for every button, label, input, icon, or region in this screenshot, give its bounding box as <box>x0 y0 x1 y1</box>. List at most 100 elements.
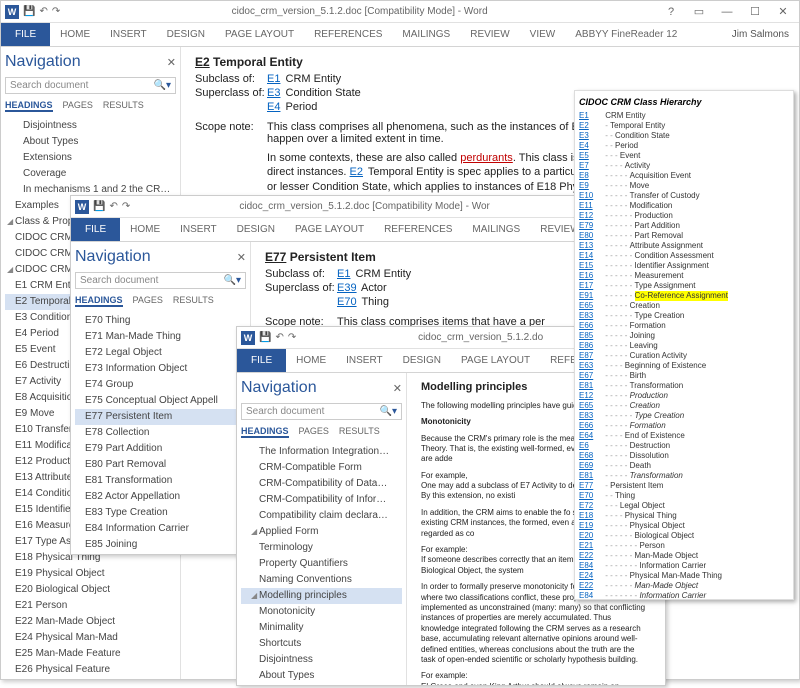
nav-item[interactable]: ◢ Modelling principles <box>241 588 402 604</box>
nav-item[interactable]: E79 Part Addition <box>75 441 246 457</box>
hierarchy-row[interactable]: E14 - - - - - - Condition Assessment <box>579 251 789 261</box>
nav-item[interactable]: E27 Site <box>5 678 176 679</box>
nav-item[interactable]: E26 Physical Feature <box>5 662 176 678</box>
tab-design[interactable]: DESIGN <box>157 23 215 46</box>
search-icon[interactable]: 🔍▾ <box>154 80 171 91</box>
hierarchy-row[interactable]: E72 - - - Legal Object <box>579 501 789 511</box>
tab-insert[interactable]: INSERT <box>336 349 393 372</box>
hierarchy-row[interactable]: E1 CRM Entity <box>579 111 789 121</box>
hierarchy-row[interactable]: E91 - - - - - - Co-Reference Assignment <box>579 291 789 301</box>
nav-item[interactable]: E21 Person <box>5 598 176 614</box>
redo-icon[interactable]: ↷ <box>122 201 130 212</box>
nav-item[interactable]: E22 Man-Made Object <box>5 614 176 630</box>
hierarchy-row[interactable]: E4 - - Period <box>579 141 789 151</box>
nav-item[interactable]: Minimality <box>241 620 402 636</box>
hierarchy-row[interactable]: E77 - Persistent Item <box>579 481 789 491</box>
link-e70[interactable]: E70 <box>337 296 357 308</box>
hierarchy-row[interactable]: E22 - - - - - - Man-Made Object <box>579 551 789 561</box>
hierarchy-row[interactable]: E7 - - - - Activity <box>579 161 789 171</box>
tab-design[interactable]: DESIGN <box>393 349 451 372</box>
link-e1[interactable]: E1 <box>337 268 350 280</box>
hierarchy-row[interactable]: E17 - - - - - - Type Assignment <box>579 281 789 291</box>
nav-item[interactable]: E25 Man-Made Feature <box>5 646 176 662</box>
hierarchy-row[interactable]: E63 - - - - Beginning of Existence <box>579 361 789 371</box>
nav-item[interactable]: E81 Transformation <box>75 473 246 489</box>
nav-item[interactable]: E19 Physical Object <box>5 566 176 582</box>
nav-item[interactable]: Monotonicity <box>241 604 402 620</box>
nav-item[interactable]: E74 Group <box>75 377 246 393</box>
hierarchy-row[interactable]: E21 - - - - - - - Person <box>579 541 789 551</box>
nav-item[interactable]: CRM-Compatibility of Infor… <box>241 492 402 508</box>
nav-tab-pages[interactable]: PAGES <box>63 100 93 112</box>
hierarchy-row[interactable]: E3 - - Condition State <box>579 131 789 141</box>
hierarchy-row[interactable]: E6 - - - - - Destruction <box>579 441 789 451</box>
nav-item[interactable]: E85 Joining <box>75 537 246 553</box>
hierarchy-row[interactable]: E65 - - - - - Creation <box>579 401 789 411</box>
nav-item[interactable]: ◢ Applied Form <box>241 524 402 540</box>
nav-item[interactable]: Disjointness <box>241 652 402 668</box>
nav-tab-results[interactable]: RESULTS <box>103 100 144 112</box>
nav-item[interactable]: E73 Information Object <box>75 361 246 377</box>
link-e39[interactable]: E39 <box>337 282 357 294</box>
tab-page-layout[interactable]: PAGE LAYOUT <box>285 218 374 241</box>
tab-review[interactable]: REVIEW <box>460 23 519 46</box>
nav-item[interactable]: E70 Thing <box>75 313 246 329</box>
hierarchy-row[interactable]: E64 - - - - End of Existence <box>579 431 789 441</box>
tab-insert[interactable]: INSERT <box>100 23 157 46</box>
hierarchy-row[interactable]: E83 - - - - - - Type Creation <box>579 411 789 421</box>
tab-mailings[interactable]: MAILINGS <box>392 23 460 46</box>
nav-tab-headings[interactable]: HEADINGS <box>5 100 53 112</box>
tab-file[interactable]: FILE <box>237 349 286 372</box>
save-icon[interactable]: 💾 <box>259 332 271 343</box>
nav-tab-pages[interactable]: PAGES <box>133 295 163 307</box>
hierarchy-row[interactable]: E86 - - - - - Leaving <box>579 341 789 351</box>
tab-file[interactable]: FILE <box>71 218 120 241</box>
search-icon[interactable]: 🔍▾ <box>224 275 241 286</box>
tab-home[interactable]: HOME <box>50 23 100 46</box>
nav-item[interactable]: The Information Integration… <box>241 444 402 460</box>
hierarchy-row[interactable]: E20 - - - - - - Biological Object <box>579 531 789 541</box>
hierarchy-row[interactable]: E85 - - - - - Joining <box>579 331 789 341</box>
nav-close-icon[interactable]: ✕ <box>167 56 176 69</box>
undo-icon[interactable]: ↶ <box>39 6 47 17</box>
nav-item[interactable]: E86 Leaving <box>75 553 246 554</box>
nav-item[interactable]: Extensions <box>241 684 402 685</box>
nav-close-icon[interactable]: ✕ <box>237 251 246 264</box>
nav-item[interactable]: Terminology <box>241 540 402 556</box>
tab-abbyy-finereader-12[interactable]: ABBYY FineReader 12 <box>565 23 687 46</box>
hierarchy-row[interactable]: E12 - - - - - Production <box>579 391 789 401</box>
tab-home[interactable]: HOME <box>286 349 336 372</box>
nav-item[interactable]: E84 Information Carrier <box>75 521 246 537</box>
tab-references[interactable]: REFERENCES <box>304 23 392 46</box>
nav-item[interactable]: Property Quantifiers <box>241 556 402 572</box>
tab-insert[interactable]: INSERT <box>170 218 227 241</box>
minimize-icon[interactable]: — <box>715 6 739 18</box>
nav-item[interactable]: E75 Conceptual Object Appell <box>75 393 246 409</box>
hierarchy-row[interactable]: E12 - - - - - - Production <box>579 211 789 221</box>
hierarchy-row[interactable]: E13 - - - - - Attribute Assignment <box>579 241 789 251</box>
hierarchy-row[interactable]: E22 - - - - - - Man-Made Object <box>579 581 789 591</box>
save-icon[interactable]: 💾 <box>93 201 105 212</box>
hierarchy-row[interactable]: E18 - - - - Physical Thing <box>579 511 789 521</box>
hierarchy-row[interactable]: E68 - - - - - Dissolution <box>579 451 789 461</box>
tab-design[interactable]: DESIGN <box>227 218 285 241</box>
hierarchy-row[interactable]: E81 - - - - - Transformation <box>579 381 789 391</box>
tab-view[interactable]: VIEW <box>520 23 566 46</box>
account-name[interactable]: Jim Salmons <box>722 23 799 46</box>
nav-item[interactable]: E72 Legal Object <box>75 345 246 361</box>
nav-item[interactable]: CRM-Compatibility of Data… <box>241 476 402 492</box>
hierarchy-row[interactable]: E70 - - Thing <box>579 491 789 501</box>
hierarchy-row[interactable]: E15 - - - - - - Identifier Assignment <box>579 261 789 271</box>
nav-search[interactable]: Search document🔍▾ <box>241 403 402 420</box>
nav-item[interactable]: E77 Persistent Item <box>75 409 246 425</box>
hierarchy-row[interactable]: E5 - - - Event <box>579 151 789 161</box>
nav-item[interactable]: CRM-Compatible Form <box>241 460 402 476</box>
hierarchy-row[interactable]: E11 - - - - - Modification <box>579 201 789 211</box>
nav-item[interactable]: Shortcuts <box>241 636 402 652</box>
link-e4[interactable]: E4 <box>267 101 280 113</box>
nav-tab-results[interactable]: RESULTS <box>339 426 380 438</box>
hierarchy-row[interactable]: E66 - - - - - Formation <box>579 421 789 431</box>
nav-item[interactable]: E80 Part Removal <box>75 457 246 473</box>
hierarchy-row[interactable]: E2 - Temporal Entity <box>579 121 789 131</box>
tab-references[interactable]: REFERENCES <box>374 218 462 241</box>
